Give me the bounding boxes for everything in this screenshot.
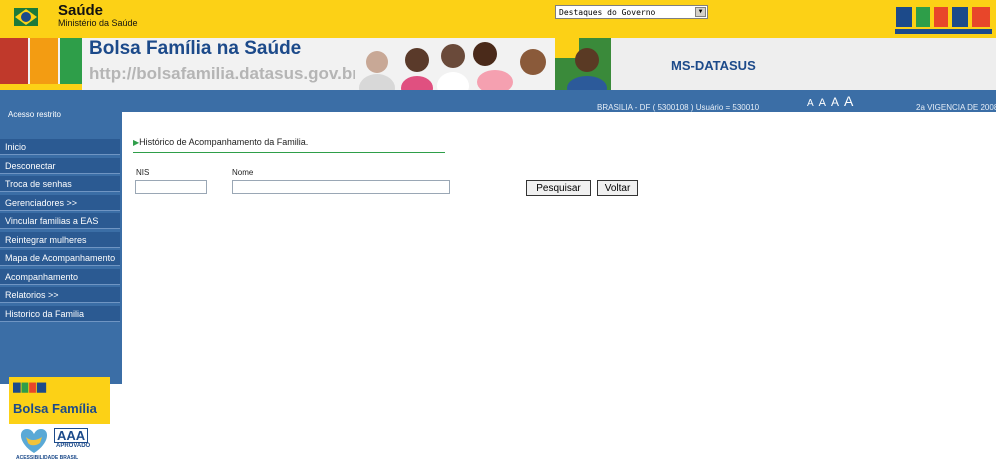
accessibility-caption: ACESSIBILIDADE BRASIL [16,455,79,461]
banner-green-block [60,38,82,84]
vigencia-label: 2a VIGENCIA DE 2008 [916,103,996,112]
top-bar: Saúde Ministério da Saúde Destaques do G… [0,0,996,38]
bolsa-familia-logo[interactable]: Bolsa Família [9,377,110,424]
banner-title: Bolsa Família na Saúde [89,38,302,59]
banner-url: http://bolsafamilia.datasus.gov.br [89,64,359,83]
ms-datasus-label: MS-DATASUS [671,58,756,73]
ms-datasus-panel: MS-DATASUS [611,38,996,90]
sidebar-item-mapa-acompanhamento[interactable]: Mapa de Acompanhamento [0,250,120,266]
sidebar-item-desconectar[interactable]: Desconectar [0,158,120,174]
banner: Bolsa Família na Saúde http://bolsafamil… [0,38,996,90]
font-size-controls: AAAA [807,93,858,109]
sidebar-item-reintegrar-mulheres[interactable]: Reintegrar mulheres [0,232,120,248]
woman-photo [555,38,613,90]
sidebar-item-relatorios[interactable]: Relatorios >> [0,287,120,303]
family-photo [355,38,555,90]
sidebar-item-gerenciadores[interactable]: Gerenciadores >> [0,195,120,211]
nis-input[interactable] [135,180,207,194]
aaa-label: AAA [54,428,89,443]
pesquisar-button[interactable]: Pesquisar [526,180,591,196]
font-size-large[interactable]: A [831,95,841,109]
nome-label: Nome [232,168,254,177]
sidebar-item-historico-familia[interactable]: Historico da Familia [0,306,120,322]
voltar-button[interactable]: Voltar [597,180,638,196]
acesso-restrito-label: Acesso restrito [8,110,61,119]
font-size-xlarge[interactable]: A [844,93,855,109]
section-divider [133,152,445,153]
banner-red-block [0,38,28,84]
sidebar-item-troca-senhas[interactable]: Troca de senhas [0,176,120,192]
section-title-text: Histórico de Acompanhamento da Familia. [139,137,309,147]
sidebar: Acesso restrito Inicio Desconectar Troca… [0,110,122,384]
sidebar-item-acompanhamento[interactable]: Acompanhamento [0,269,120,285]
destaques-select[interactable]: Destaques do Governo ▼ [555,5,708,19]
aaa-approved-label: APROVADO [56,443,91,449]
brasil-mini-logo [13,382,47,393]
chevron-down-icon[interactable]: ▼ [695,7,706,17]
font-size-small[interactable]: A [807,98,816,109]
ministry-title: Saúde [58,2,104,19]
destaques-select-value: Destaques do Governo [559,8,656,17]
brasil-logo [893,3,994,35]
banner-orange-block [30,38,58,84]
location-user-info: BRASILIA - DF ( 5300108 ) Usuário = 5300… [597,103,760,112]
sidebar-item-vincular-familias[interactable]: Vincular familias a EAS [0,213,120,229]
nis-label: NIS [136,168,150,177]
bolsa-familia-label: Bolsa Família [13,401,97,416]
sidebar-item-inicio[interactable]: Inicio [0,139,120,155]
ministry-subtitle: Ministério da Saúde [58,18,138,28]
status-bar: BRASILIA - DF ( 5300108 ) Usuário = 5300… [0,90,996,112]
ministry-saude-logo-icon [14,8,38,26]
accessibility-badge[interactable]: AAA APROVADO ACESSIBILIDADE BRASIL [16,427,94,461]
accessibility-heart-icon [20,429,48,453]
font-size-medium[interactable]: A [819,97,828,109]
nome-input[interactable] [232,180,450,194]
section-title: ▶Histórico de Acompanhamento da Familia. [133,137,308,147]
